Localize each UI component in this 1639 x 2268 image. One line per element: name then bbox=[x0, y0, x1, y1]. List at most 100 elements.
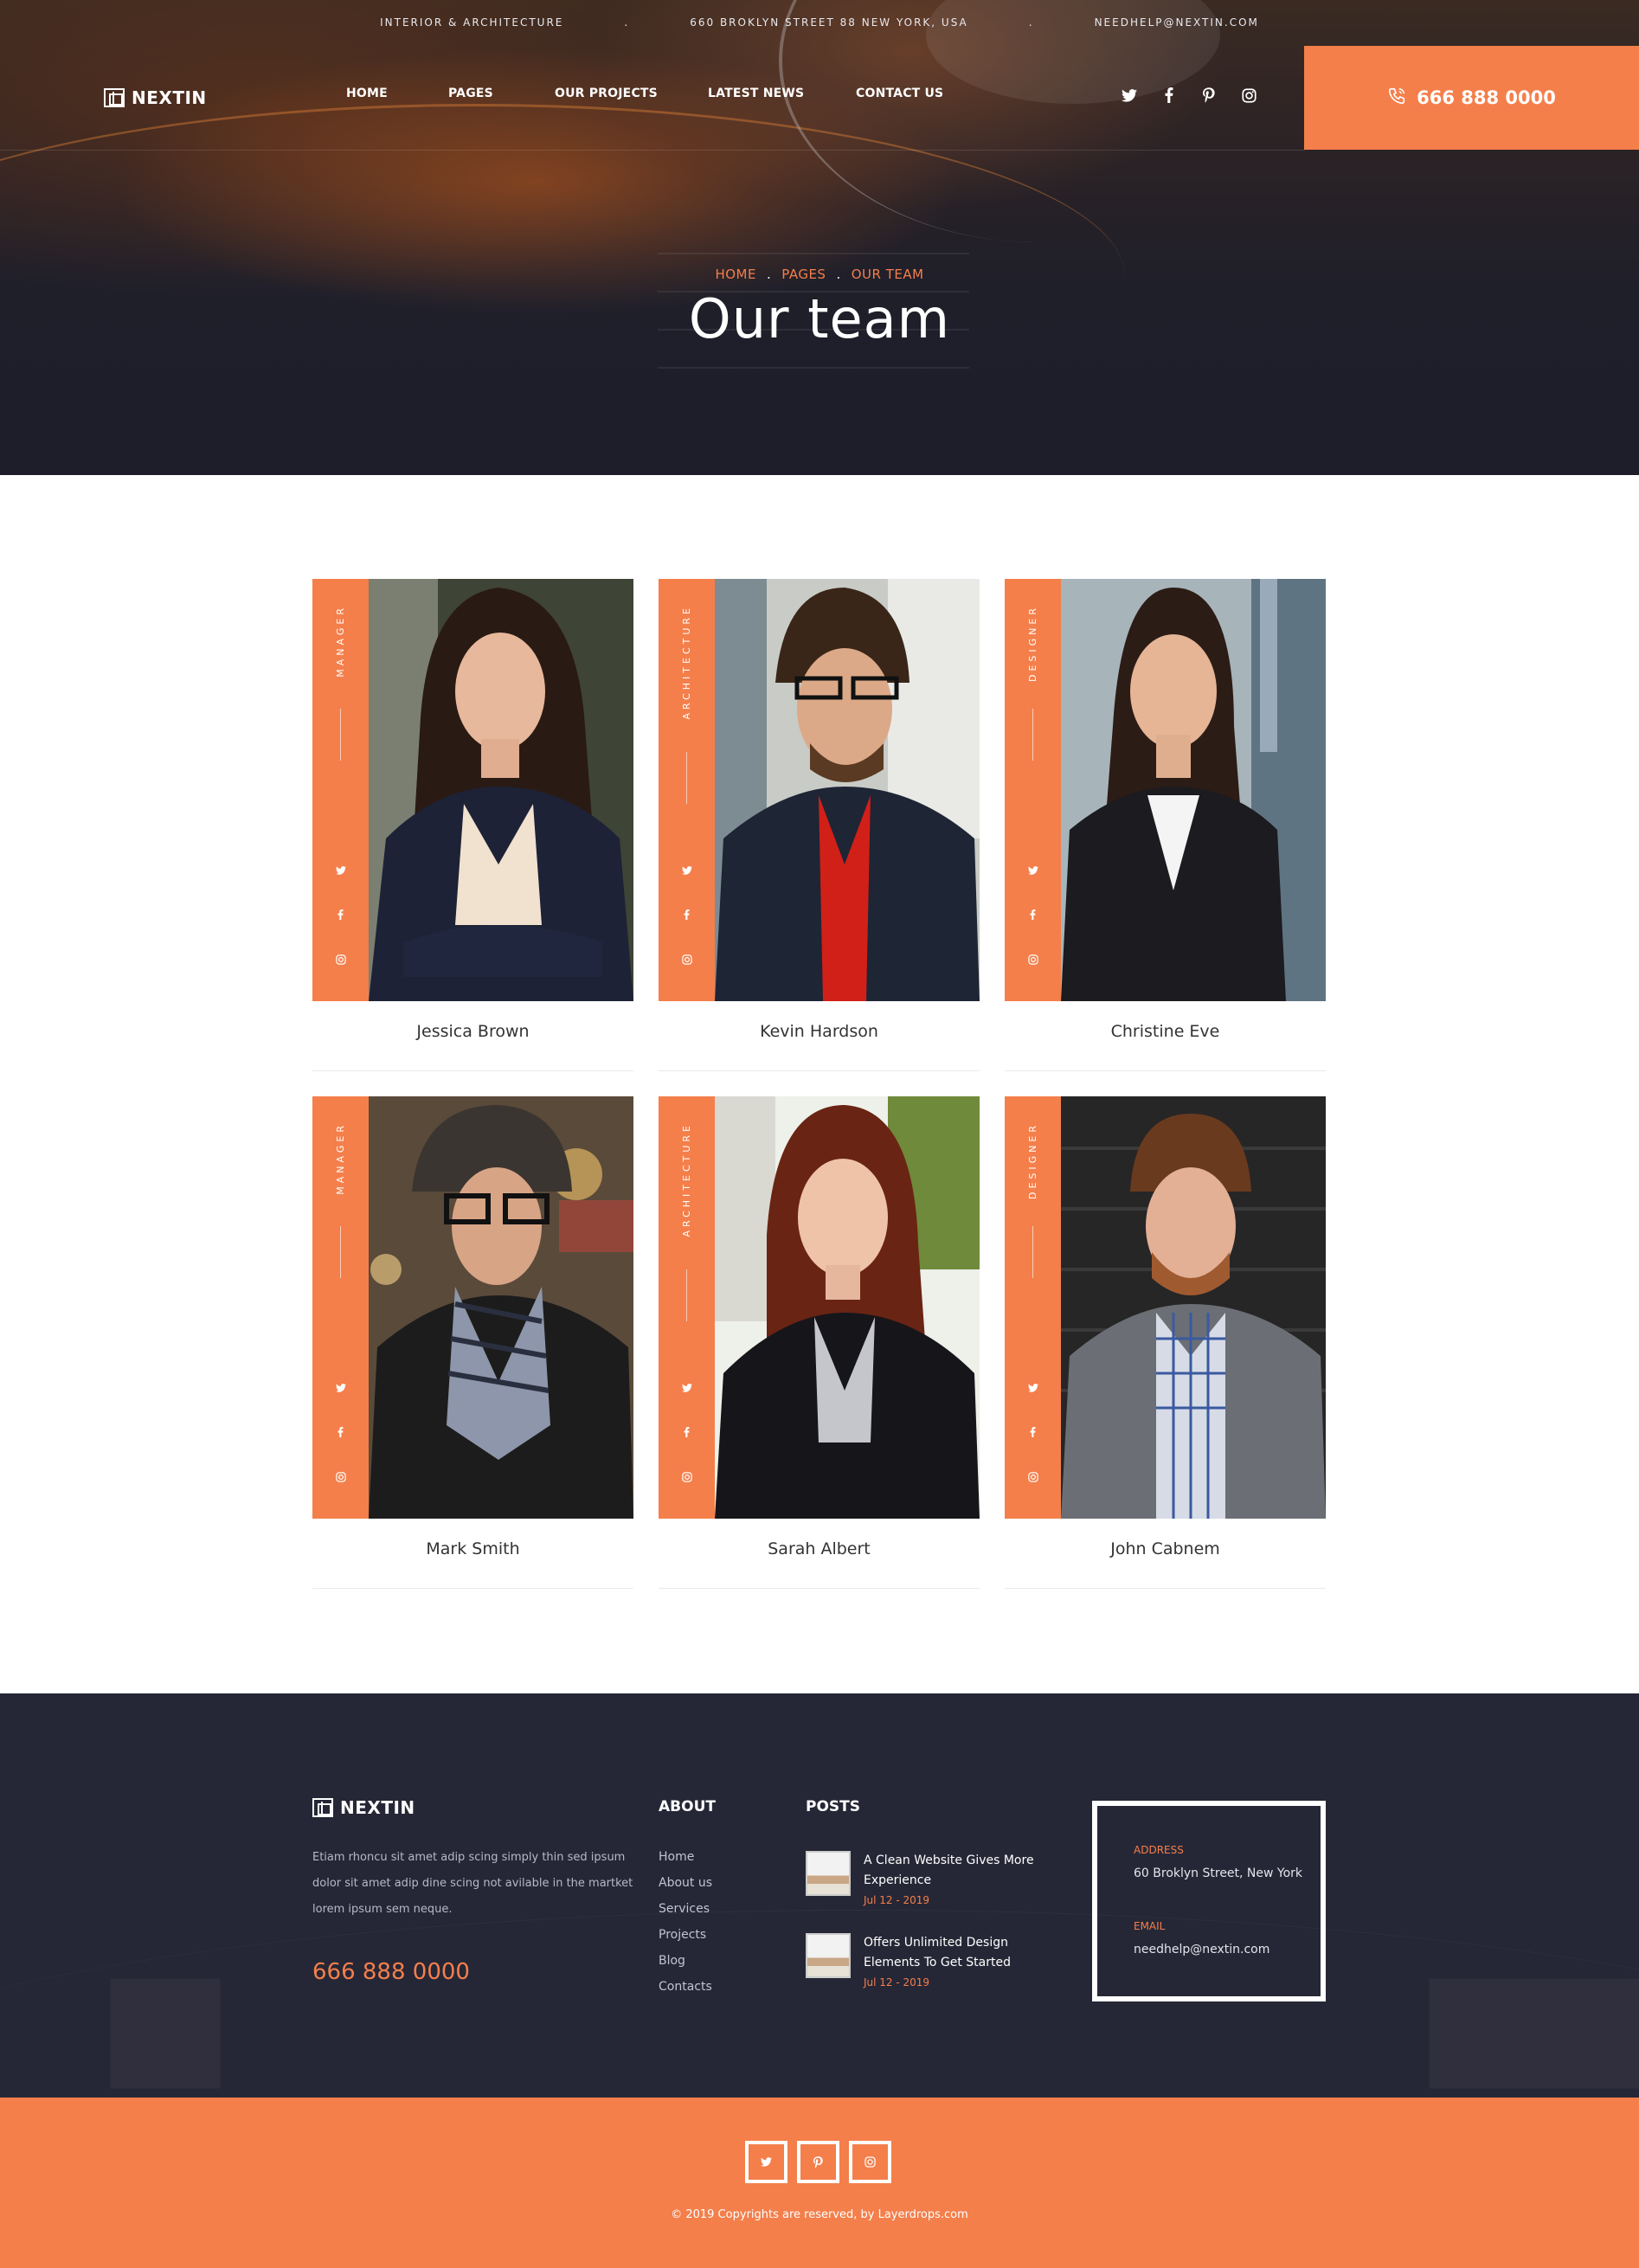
team-member-name[interactable]: Christine Eve bbox=[1005, 1022, 1326, 1041]
nav-contact-us[interactable]: CONTACT US bbox=[856, 87, 943, 100]
logo-icon bbox=[104, 88, 125, 107]
instagram-icon[interactable] bbox=[1240, 87, 1257, 104]
team-side-bar: MANAGER bbox=[312, 579, 369, 1001]
footer-link-home[interactable]: Home bbox=[659, 1844, 712, 1870]
header-divider bbox=[0, 150, 1305, 151]
side-divider bbox=[340, 709, 341, 761]
team-member-photo bbox=[715, 579, 980, 1001]
footer-logo-text: NEXTIN bbox=[340, 1797, 415, 1818]
team-card: MANAGER Jessica Brown bbox=[312, 579, 633, 1072]
team-member-name[interactable]: Mark Smith bbox=[312, 1539, 633, 1558]
footer-posts-heading: POSTS bbox=[806, 1798, 860, 1815]
breadcrumb-home[interactable]: HOME bbox=[715, 267, 756, 282]
footer-about-links: Home About us Services Projects Blog Con… bbox=[659, 1844, 712, 2000]
footer-link-contacts[interactable]: Contacts bbox=[659, 1974, 712, 2000]
site-logo[interactable]: NEXTIN bbox=[104, 87, 207, 108]
team-role: MANAGER bbox=[323, 605, 357, 726]
team-side-bar: DESIGNER bbox=[1005, 1096, 1061, 1519]
team-side-bar: DESIGNER bbox=[1005, 579, 1061, 1001]
facebook-icon[interactable] bbox=[1022, 903, 1044, 925]
team-card: DESIGNER Christine Eve bbox=[1005, 579, 1326, 1072]
instagram-icon[interactable] bbox=[676, 1466, 697, 1487]
footer-contact-box: ADDRESS 60 Broklyn Street, New York EMAI… bbox=[1092, 1801, 1326, 2001]
instagram-icon[interactable] bbox=[676, 948, 697, 970]
team-side-bar: ARCHITECTURE bbox=[659, 1096, 715, 1519]
team-photo-frame: ARCHITECTURE bbox=[659, 579, 980, 1001]
facebook-icon[interactable] bbox=[330, 1421, 351, 1442]
breadcrumb-pages[interactable]: PAGES bbox=[781, 267, 826, 282]
twitter-icon[interactable] bbox=[330, 859, 351, 881]
card-divider bbox=[1005, 1070, 1326, 1071]
instagram-icon[interactable] bbox=[330, 948, 351, 970]
logo-icon bbox=[312, 1798, 333, 1817]
nav-home[interactable]: HOME bbox=[346, 87, 388, 100]
team-member-name[interactable]: Kevin Hardson bbox=[659, 1022, 980, 1041]
nav-our-projects[interactable]: OUR PROJECTS bbox=[555, 87, 658, 100]
card-divider bbox=[659, 1070, 980, 1071]
topbar-email[interactable]: NEEDHELP@NEXTIN.COM bbox=[1095, 16, 1259, 29]
team-member-name[interactable]: Sarah Albert bbox=[659, 1539, 980, 1558]
footer-phone[interactable]: 666 888 0000 bbox=[312, 1959, 470, 1985]
instagram-icon[interactable] bbox=[1022, 948, 1044, 970]
twitter-icon[interactable] bbox=[330, 1377, 351, 1398]
footer-post: Offers Unlimited Design Elements To Get … bbox=[806, 1933, 1065, 2002]
footer-link-about[interactable]: About us bbox=[659, 1870, 712, 1896]
twitter-icon[interactable] bbox=[676, 1377, 697, 1398]
twitter-icon[interactable] bbox=[745, 2141, 787, 2183]
team-role: ARCHITECTURE bbox=[669, 1122, 704, 1261]
logo-text: NEXTIN bbox=[132, 87, 207, 108]
pinterest-icon[interactable] bbox=[1200, 87, 1218, 104]
team-role-label: DESIGNER bbox=[1026, 1122, 1038, 1199]
footer: NEXTIN Etiam rhoncu sit amet adip scing … bbox=[0, 1693, 1639, 2098]
breadcrumb-separator: . bbox=[836, 267, 841, 282]
card-divider bbox=[1005, 1588, 1326, 1589]
twitter-icon[interactable] bbox=[1022, 859, 1044, 881]
topbar-tagline: INTERIOR & ARCHITECTURE bbox=[380, 16, 564, 29]
copyright-text: © 2019 Copyrights are reserved, by Layer… bbox=[671, 2208, 968, 2221]
twitter-icon[interactable] bbox=[676, 859, 697, 881]
facebook-icon[interactable] bbox=[676, 903, 697, 925]
team-photo-frame: DESIGNER bbox=[1005, 579, 1326, 1001]
phone-icon bbox=[1387, 87, 1406, 110]
team-member-name[interactable]: Jessica Brown bbox=[312, 1022, 633, 1041]
page-title: Our team bbox=[688, 287, 951, 350]
header-phone-number: 666 888 0000 bbox=[1417, 87, 1556, 108]
side-divider bbox=[340, 1226, 341, 1278]
pinterest-icon[interactable] bbox=[797, 2141, 839, 2183]
team-card: ARCHITECTURE Kevin Hardson bbox=[659, 579, 980, 1072]
footer-logo[interactable]: NEXTIN bbox=[312, 1797, 415, 1818]
post-thumbnail[interactable] bbox=[806, 1851, 851, 1896]
footer-link-projects[interactable]: Projects bbox=[659, 1922, 712, 1948]
side-divider bbox=[686, 752, 687, 804]
post-title[interactable]: A Clean Website Gives More Experience bbox=[864, 1851, 1063, 1891]
twitter-icon[interactable] bbox=[1022, 1377, 1044, 1398]
footer-link-services[interactable]: Services bbox=[659, 1896, 712, 1922]
facebook-icon[interactable] bbox=[676, 1421, 697, 1442]
team-role: MANAGER bbox=[323, 1122, 357, 1243]
post-thumbnail[interactable] bbox=[806, 1933, 851, 1978]
facebook-icon[interactable] bbox=[1160, 87, 1178, 104]
instagram-icon[interactable] bbox=[330, 1466, 351, 1487]
team-role-label: MANAGER bbox=[334, 1122, 346, 1195]
facebook-icon[interactable] bbox=[330, 903, 351, 925]
header-phone-button[interactable]: 666 888 0000 bbox=[1304, 46, 1639, 150]
team-photo-frame: ARCHITECTURE bbox=[659, 1096, 980, 1519]
team-card: ARCHITECTURE Sarah Albert bbox=[659, 1096, 980, 1590]
hero-banner: INTERIOR & ARCHITECTURE . 660 BROKLYN ST… bbox=[0, 0, 1639, 475]
nav-pages[interactable]: PAGES bbox=[448, 87, 493, 100]
email-value[interactable]: needhelp@nextin.com bbox=[1134, 1943, 1269, 1956]
team-member-photo bbox=[715, 1096, 980, 1519]
team-member-name[interactable]: John Cabnem bbox=[1005, 1539, 1326, 1558]
instagram-icon[interactable] bbox=[849, 2141, 891, 2183]
nav-latest-news[interactable]: LATEST NEWS bbox=[708, 87, 804, 100]
post-title[interactable]: Offers Unlimited Design Elements To Get … bbox=[864, 1933, 1063, 1973]
facebook-icon[interactable] bbox=[1022, 1421, 1044, 1442]
team-photo-frame: MANAGER bbox=[312, 579, 633, 1001]
team-card: DESIGNER John Cabnem bbox=[1005, 1096, 1326, 1590]
side-divider bbox=[1032, 709, 1033, 761]
footer-link-blog[interactable]: Blog bbox=[659, 1948, 712, 1974]
instagram-icon[interactable] bbox=[1022, 1466, 1044, 1487]
twitter-icon[interactable] bbox=[1121, 87, 1138, 104]
team-photo-frame: DESIGNER bbox=[1005, 1096, 1326, 1519]
address-value: 60 Broklyn Street, New York bbox=[1134, 1866, 1303, 1880]
